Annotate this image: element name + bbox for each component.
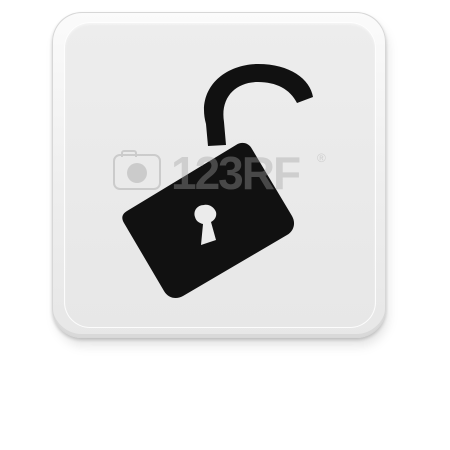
icon-image-canvas: 123RF ®: [0, 0, 450, 450]
unlock-icon-button-face: [64, 22, 376, 328]
